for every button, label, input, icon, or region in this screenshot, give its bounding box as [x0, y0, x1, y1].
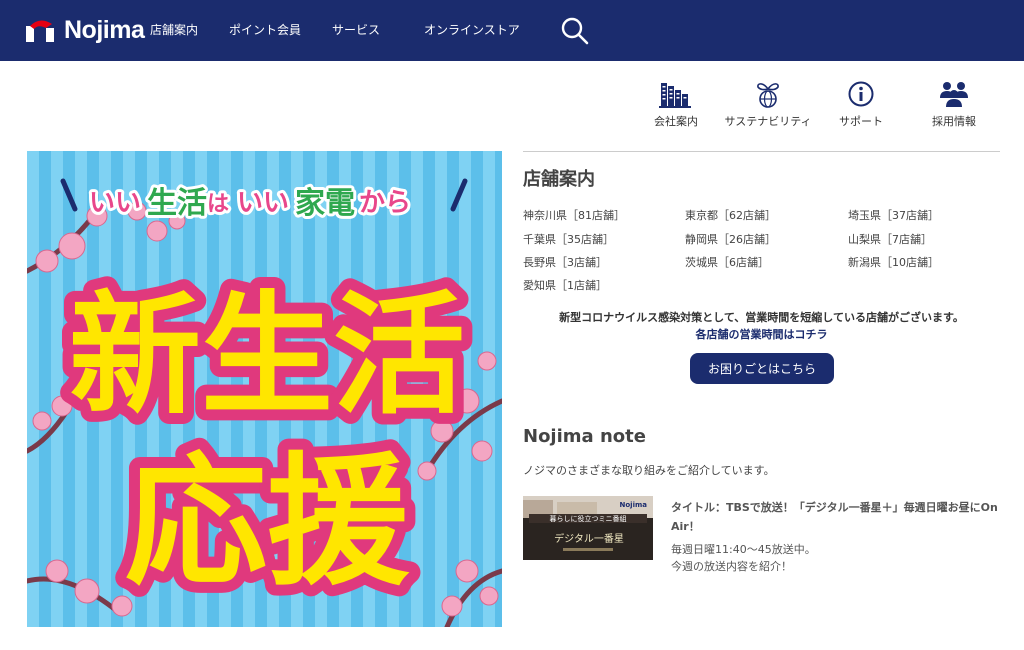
- info-icon: [848, 81, 874, 107]
- search-icon[interactable]: [560, 16, 590, 46]
- pref-tokyo[interactable]: 東京都［62店舗］: [685, 207, 776, 223]
- utility-label: サポート: [839, 115, 883, 128]
- nav-online-store[interactable]: オンラインストア: [424, 22, 520, 38]
- logo-mark-icon: [26, 20, 54, 42]
- pref-saitama[interactable]: 埼玉県［37店舗］: [848, 207, 939, 223]
- banner-headline-line2: 応援: [125, 440, 410, 605]
- nav-services[interactable]: サービス: [332, 22, 380, 38]
- utility-label: サステナビリティ: [724, 115, 812, 128]
- article-line: 毎週日曜11:40～45放送中。: [671, 543, 816, 556]
- banner-headline-line1: 新生活: [69, 279, 465, 433]
- thumbnail-show-name: デジタル一番星: [554, 532, 624, 545]
- utility-support[interactable]: サポート: [816, 80, 906, 129]
- pref-nagano[interactable]: 長野県［3店舗］: [523, 254, 607, 270]
- thumbnail-art: 暮らしに役立つミニ番組 デジタル一番星 Nojima: [523, 496, 653, 560]
- thumbnail-logo: Nojima: [620, 501, 648, 509]
- hours-link-row: 各店舗の営業時間はコチラ: [523, 326, 1000, 342]
- banner-tagline-part: いい: [89, 188, 141, 218]
- note-description: ノジマのさまざまな取り組みをご紹介しています。: [523, 464, 775, 477]
- utility-label: 会社案内: [654, 115, 698, 128]
- banner-tagline-part: から: [359, 188, 411, 218]
- pref-niigata[interactable]: 新潟県［10店舗］: [848, 254, 939, 270]
- sprout-globe-icon: [757, 83, 779, 108]
- top-navigation-bar: Nojima 店舗案内 ポイント会員 サービス オンラインストア: [0, 0, 1024, 61]
- pref-shizuoka[interactable]: 静岡県［26店舗］: [685, 231, 776, 247]
- building-icon: [659, 83, 691, 108]
- pref-chiba[interactable]: 千葉県［35店舗］: [523, 231, 614, 247]
- nav-stores[interactable]: 店舗案内: [150, 22, 198, 38]
- utility-label: 採用情報: [932, 115, 976, 128]
- pref-yamanashi[interactable]: 山梨県［7店舗］: [848, 231, 932, 247]
- stores-title: 店舗案内: [523, 169, 595, 190]
- banner-art: いい 生活 は いい 家電 から 新生活 応援: [27, 151, 502, 627]
- banner-tagline-part: は: [207, 192, 229, 217]
- pref-aichi[interactable]: 愛知県［1店舗］: [523, 277, 607, 293]
- article-title[interactable]: タイトル：TBSで放送！「デジタル一番星＋」毎週日曜お昼にOn Air！: [671, 498, 1001, 536]
- people-icon: [940, 82, 968, 107]
- utility-company-info[interactable]: 会社案内: [631, 80, 721, 129]
- article-line: 今週の放送内容を紹介！: [671, 560, 792, 573]
- nav-point-member[interactable]: ポイント会員: [229, 22, 301, 38]
- divider: [523, 151, 1000, 152]
- covid-notice: 新型コロナウイルス感染対策として、営業時間を短縮している店舗がございます。: [559, 311, 964, 324]
- thumbnail-caption: 暮らしに役立つミニ番組: [550, 514, 627, 523]
- pref-ibaraki[interactable]: 茨城県［6店舗］: [685, 254, 769, 270]
- nojima-logo[interactable]: Nojima: [26, 14, 145, 46]
- banner-tagline-part: 家電: [295, 186, 355, 221]
- utility-recruit[interactable]: 採用情報: [909, 80, 999, 129]
- note-title: Nojima note: [523, 426, 646, 447]
- pref-kanagawa[interactable]: 神奈川県［81店舗］: [523, 207, 625, 223]
- article-thumbnail[interactable]: 暮らしに役立つミニ番組 デジタル一番星 Nojima: [523, 496, 653, 560]
- campaign-banner[interactable]: いい 生活 は いい 家電 から 新生活 応援: [27, 151, 502, 627]
- banner-tagline-part: 生活: [147, 186, 207, 221]
- utility-sustainability[interactable]: サステナビリティ: [723, 80, 813, 129]
- banner-tagline-part: いい: [237, 188, 289, 218]
- help-button[interactable]: お困りごとはこちら: [690, 353, 834, 384]
- logo-text: Nojima: [64, 16, 145, 44]
- hours-link[interactable]: 各店舗の営業時間はコチラ: [696, 328, 828, 341]
